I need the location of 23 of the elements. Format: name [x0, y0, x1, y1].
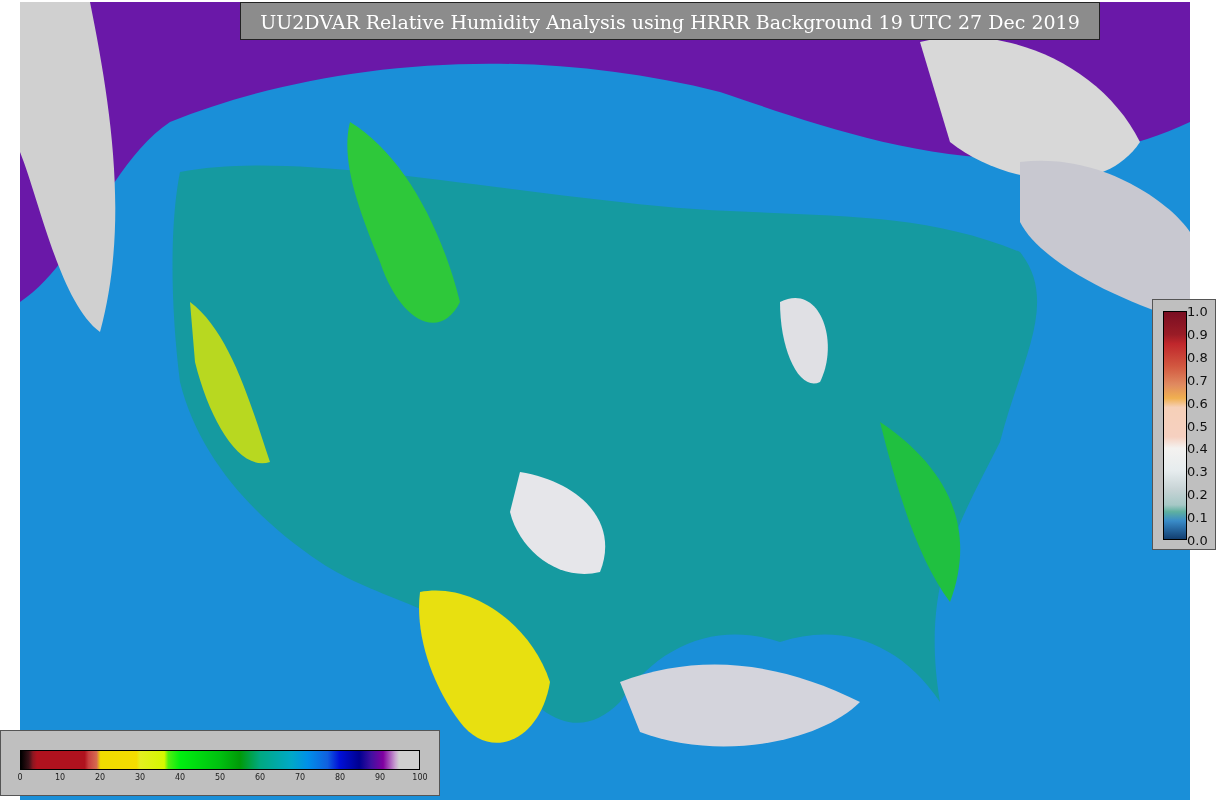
- tick-label: 0.2: [1187, 486, 1208, 502]
- tick-label: 1.0: [1187, 303, 1208, 319]
- tick-label: 100: [412, 773, 428, 782]
- tick-label: 0.8: [1187, 349, 1208, 365]
- tick-label: 0.5: [1187, 418, 1208, 433]
- tick-label: 70: [294, 773, 306, 782]
- tick-label: 0.0: [1187, 532, 1208, 548]
- tick-label: 90: [374, 773, 386, 782]
- tick-label: 0.3: [1187, 463, 1208, 479]
- tick-label: 60: [254, 773, 266, 782]
- tick-label: 0.1: [1187, 509, 1208, 525]
- map-title: UU2DVAR Relative Humidity Analysis using HRRR Background 19 UTC 27 Dec 2019: [240, 2, 1100, 40]
- tick-label: 0.7: [1187, 372, 1208, 388]
- tick-label: 0.9: [1187, 326, 1208, 342]
- tick-label: 80: [334, 773, 346, 782]
- tick-label: 40: [174, 773, 186, 782]
- tick-label: 10: [54, 773, 66, 782]
- tick-label: 50: [214, 773, 226, 782]
- tick-label: 30: [134, 773, 146, 782]
- tick-label: 20: [94, 773, 106, 782]
- tick-label: 0.4: [1187, 440, 1208, 456]
- tick-label: 0.6: [1187, 395, 1208, 411]
- tick-label: 0: [17, 773, 23, 782]
